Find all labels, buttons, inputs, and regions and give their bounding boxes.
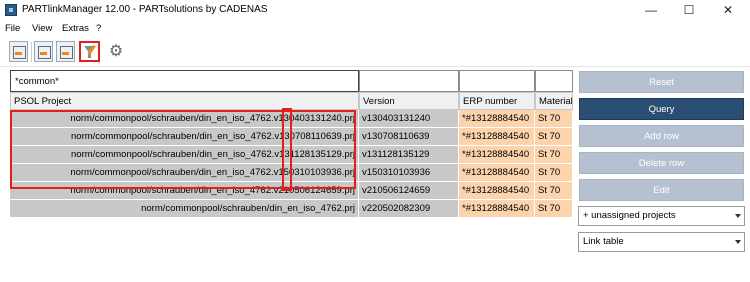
menu-view[interactable]: View <box>32 23 52 34</box>
cell-version[interactable]: v130403131240 <box>359 110 459 128</box>
maximize-button[interactable]: ☐ <box>669 0 709 20</box>
table-select-dropdown[interactable]: Link table <box>578 232 745 252</box>
project-view-icon[interactable] <box>9 41 28 62</box>
cell-material[interactable]: St 70 <box>535 146 573 164</box>
minimize-button[interactable]: — <box>631 0 671 20</box>
cell-version[interactable]: v210506124659 <box>359 182 459 200</box>
column-header-erp[interactable]: ERP number <box>459 92 535 110</box>
cell-project[interactable]: norm/commonpool/schrauben/din_en_iso_476… <box>10 200 359 218</box>
cell-material[interactable]: St 70 <box>535 182 573 200</box>
project-scope-dropdown[interactable]: + unassigned projects <box>578 206 745 226</box>
column-header-material[interactable]: Material <box>535 92 573 110</box>
column-header-version[interactable]: Version <box>359 92 459 110</box>
highlight-rows-box <box>10 110 356 189</box>
export-icon[interactable] <box>34 41 53 62</box>
app-logo-icon <box>5 4 17 16</box>
cell-erp-number[interactable]: *#13128884540 <box>459 110 535 128</box>
menu-bar <box>0 20 750 37</box>
cell-erp-number[interactable]: *#13128884540 <box>459 200 535 218</box>
toolbar-separator <box>31 42 32 62</box>
import-icon[interactable] <box>56 41 75 62</box>
menu-help[interactable]: ? <box>96 23 101 34</box>
filter-clear-icon[interactable] <box>79 41 100 62</box>
add-row-button[interactable]: Add row <box>579 125 744 147</box>
reset-button[interactable]: Reset <box>579 71 744 93</box>
table-select-value: Link table <box>583 236 624 247</box>
project-scope-value: + unassigned projects <box>583 210 676 221</box>
cell-material[interactable]: St 70 <box>535 164 573 182</box>
cell-material[interactable]: St 70 <box>535 110 573 128</box>
cell-material[interactable]: St 70 <box>535 200 573 218</box>
query-button[interactable]: Query <box>579 98 744 120</box>
cell-material[interactable]: St 70 <box>535 128 573 146</box>
cell-erp-number[interactable]: *#13128884540 <box>459 146 535 164</box>
cell-erp-number[interactable]: *#13128884540 <box>459 182 535 200</box>
cell-version[interactable]: v131128135129 <box>359 146 459 164</box>
column-header-project[interactable]: PSOL Project <box>10 92 359 110</box>
settings-gear-icon[interactable]: ⚙ <box>107 43 125 61</box>
material-filter-cell[interactable] <box>535 70 573 92</box>
close-button[interactable]: ✕ <box>708 0 748 20</box>
window-title: PARTlinkManager 12.00 - PARTsolutions by… <box>22 4 268 15</box>
cell-version[interactable]: v220502082309 <box>359 200 459 218</box>
cell-erp-number[interactable]: *#13128884540 <box>459 164 535 182</box>
highlight-version-column-box <box>282 108 292 191</box>
chevron-down-icon <box>735 240 741 244</box>
version-filter-cell[interactable] <box>359 70 459 92</box>
menu-extras[interactable]: Extras <box>62 23 89 34</box>
project-filter-input[interactable] <box>11 71 358 91</box>
delete-row-button[interactable]: Delete row <box>579 152 744 174</box>
cell-erp-number[interactable]: *#13128884540 <box>459 128 535 146</box>
edit-button[interactable]: Edit <box>579 179 744 201</box>
chevron-down-icon <box>735 214 741 218</box>
erp-filter-cell[interactable] <box>459 70 535 92</box>
cell-version[interactable]: v130708110639 <box>359 128 459 146</box>
cell-version[interactable]: v150310103936 <box>359 164 459 182</box>
menu-file[interactable]: File <box>5 23 20 34</box>
